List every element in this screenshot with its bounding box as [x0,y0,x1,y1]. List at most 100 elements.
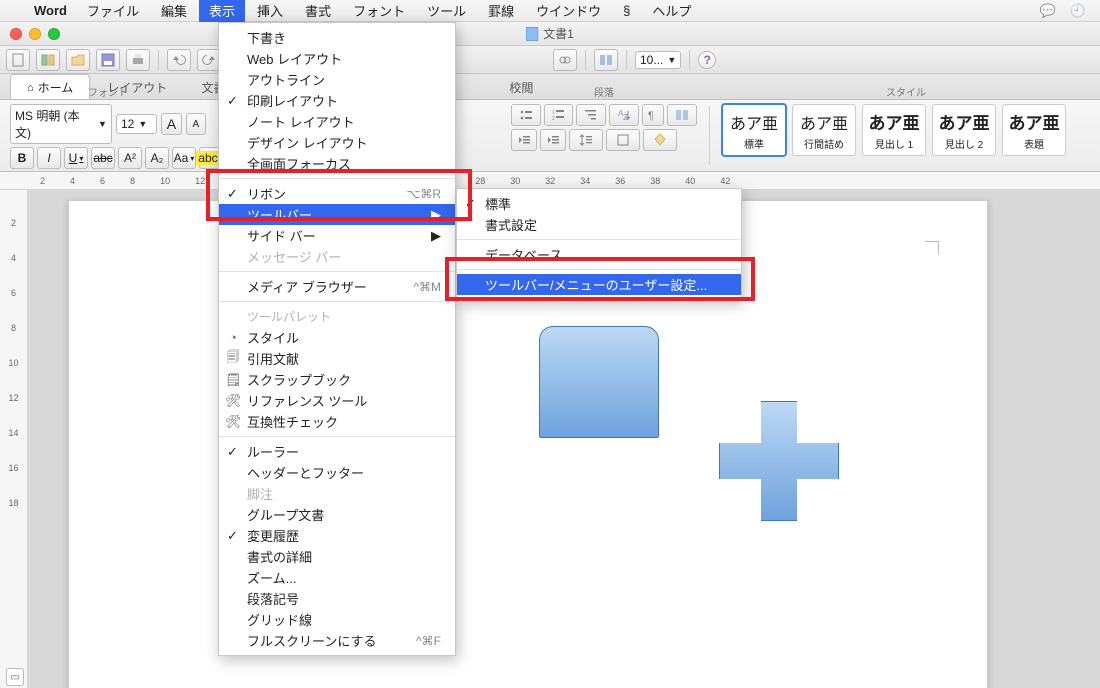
multilevel-list-button[interactable] [576,104,606,126]
menu-format[interactable]: 書式 [295,0,341,22]
view-menu-item[interactable]: デザイン レイアウト [219,132,455,153]
menu-item-label: 変更履歴 [247,526,299,545]
view-menu-item[interactable]: 🗒スクラップブック [219,369,455,390]
view-menu-item[interactable]: 全画面フォーカス [219,153,455,174]
italic-button[interactable]: I [37,147,61,169]
view-menu-section: ツールパレット [219,306,455,327]
menu-item-label: フルスクリーンにする [247,631,376,650]
view-menu-item[interactable]: ズーム... [219,567,455,588]
superscript-button[interactable]: A² [118,147,142,169]
cross-shape[interactable] [719,401,839,521]
view-menu-item[interactable]: アウトライン [219,69,455,90]
view-menu-item[interactable]: メディア ブラウザー^⌘M [219,276,455,297]
borders-button[interactable] [606,129,640,151]
bold-button[interactable]: B [10,147,34,169]
view-menu-item[interactable]: サイド バー▶ [219,225,455,246]
clock-icon[interactable]: 🕘 [1064,3,1092,19]
new-doc-button[interactable] [6,49,30,71]
zoom-combo[interactable]: 10... ▼ [635,51,681,69]
grow-font-button[interactable]: A [161,113,181,135]
style-chip-title[interactable]: あア亜 表題 [1002,104,1066,156]
app-name[interactable]: Word [26,3,75,18]
indent-button[interactable] [540,129,566,151]
view-menu-item[interactable]: 🛠互換性チェック [219,411,455,432]
toolbar-submenu-item[interactable]: データベース [457,244,741,265]
view-menu-item[interactable]: ✓印刷レイアウト [219,90,455,111]
view-menu-item[interactable]: Web レイアウト [219,48,455,69]
style-chip-normal[interactable]: あア亜 標準 [722,104,786,156]
style-chip-h1[interactable]: あア亜 見出し 1 [862,104,926,156]
toolbar-submenu-item[interactable]: 書式設定 [457,214,741,235]
view-menu-item[interactable]: グリッド線 [219,609,455,630]
menu-item-label: アウトライン [247,70,325,89]
shrink-font-button[interactable]: A [186,113,206,135]
outdent-button[interactable] [511,129,537,151]
style-label: 行間詰め [804,136,844,151]
ruler-tick: 6 [100,176,105,186]
menu-tool[interactable]: ツール [417,0,476,22]
ribbon-tab-home[interactable]: ⌂ ホーム [10,74,90,99]
view-menu-item[interactable]: 段落記号 [219,588,455,609]
font-size-combo[interactable]: 12▼ [116,114,157,134]
underline-button[interactable]: U [64,147,88,169]
view-menu-item[interactable]: ノート レイアウト [219,111,455,132]
view-switcher-icon[interactable]: ▭ [6,668,24,686]
subscript-button[interactable]: A₂ [145,147,169,169]
reading-layout-button[interactable] [667,104,697,126]
menu-font[interactable]: フォント [343,0,415,22]
window-close-button[interactable] [10,28,22,40]
shading-button[interactable] [643,129,677,151]
speech-bubble-icon[interactable]: 💬 [1034,3,1062,19]
style-chip-h2[interactable]: あア亜 見出し 2 [932,104,996,156]
menu-item-label: ノート レイアウト [247,112,355,131]
view-menu-item[interactable]: 下書き [219,27,455,48]
undo-button[interactable] [167,49,191,71]
view-menu-item[interactable]: 🛠リファレンス ツール [219,390,455,411]
templates-button[interactable] [36,49,60,71]
menu-view[interactable]: 表示 [199,0,245,22]
view-menu-item[interactable]: ツールバー▶ [219,204,455,225]
menu-edit[interactable]: 編集 [151,0,197,22]
menu-insert[interactable]: 挿入 [247,0,293,22]
toolbar-submenu-item[interactable]: ✓標準 [457,193,741,214]
font-name-combo[interactable]: MS 明朝 (本文)▼ [10,104,112,144]
print-button[interactable] [126,49,150,71]
menu-file[interactable]: ファイル [77,0,149,22]
menu-help[interactable]: ヘルプ [642,0,701,22]
numbering-button[interactable]: 12 [544,104,574,126]
strikethrough-button[interactable]: abc [91,147,115,169]
columns-button[interactable] [594,49,618,71]
sort-button[interactable]: AZ [609,104,639,126]
view-menu-item[interactable]: フルスクリーンにする^⌘F [219,630,455,651]
change-case-button[interactable]: Aa [172,147,196,169]
line-spacing-button[interactable] [569,129,603,151]
view-menu-item[interactable]: ✓変更履歴 [219,525,455,546]
menu-window[interactable]: ウインドウ [526,0,611,22]
link-button[interactable] [553,49,577,71]
view-menu-item[interactable]: ✓ルーラー [219,441,455,462]
mac-menubar: Word ファイル 編集 表示 挿入 書式 フォント ツール 罫線 ウインドウ … [0,0,1100,22]
ribbon-tab-review[interactable]: 校閲 [492,74,550,99]
menu-script[interactable]: § [613,1,640,20]
document-title-text: 文書1 [543,25,574,42]
style-chip-nospacing[interactable]: あア亜 行間詰め [792,104,856,156]
view-menu-item[interactable]: ヘッダーとフッター [219,462,455,483]
window-zoom-button[interactable] [48,28,60,40]
window-minimize-button[interactable] [29,28,41,40]
view-menu-item[interactable]: 書式の詳細 [219,546,455,567]
menu-rule[interactable]: 罫線 [478,0,524,22]
rounded-rectangle-shape[interactable] [539,326,659,438]
view-menu-item[interactable]: ◔スタイル [219,327,455,348]
show-marks-button[interactable]: ¶ [642,104,665,126]
vertical-ruler[interactable]: 24681012141618 [0,190,28,688]
bullets-button[interactable] [511,104,541,126]
help-button[interactable]: ? [698,51,716,69]
menu-item-label: サイド バー [247,226,316,245]
open-button[interactable] [66,49,90,71]
toolbar-submenu-item[interactable]: ツールバー/メニューのユーザー設定... [457,274,741,295]
view-menu-item[interactable]: 🗐引用文献 [219,348,455,369]
save-button[interactable] [96,49,120,71]
ruler-tick: 10 [8,358,18,368]
view-menu-item[interactable]: ✓リボン⌥⌘R [219,183,455,204]
view-menu-item[interactable]: グループ文書 [219,504,455,525]
